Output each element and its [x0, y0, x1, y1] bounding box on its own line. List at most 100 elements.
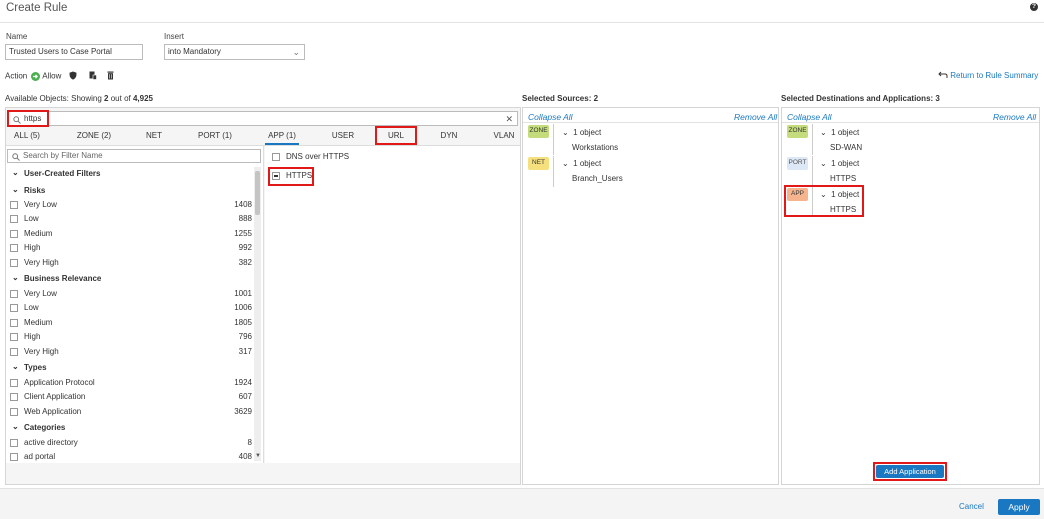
https-result-highlight	[268, 167, 314, 186]
checkbox[interactable]	[10, 201, 18, 209]
filter-search-placeholder: Search by Filter Name	[23, 151, 103, 160]
destination-object: SD-WAN	[830, 143, 863, 152]
source-group-net[interactable]: ⌄ 1 object	[562, 159, 601, 168]
object-search-input[interactable]: https ✕	[8, 111, 518, 126]
filter-row[interactable]: Very Low 1001	[10, 287, 252, 301]
checkbox[interactable]	[10, 244, 18, 252]
return-to-rule-summary-link[interactable]: Return to Rule Summary	[938, 71, 1038, 81]
filter-row[interactable]: High 992	[10, 241, 252, 255]
tab-all[interactable]: ALL (5)	[8, 131, 46, 140]
filter-row[interactable]: Very High 317	[10, 345, 252, 359]
filter-row[interactable]: Very Low 1408	[10, 198, 252, 212]
shown-count: 2	[104, 94, 109, 103]
divider	[523, 122, 778, 123]
filter-row[interactable]: Medium 1805	[10, 316, 252, 330]
checkbox[interactable]	[10, 453, 18, 461]
filters-scrollbar-thumb[interactable]	[255, 171, 260, 215]
divider	[812, 156, 813, 187]
checkbox[interactable]	[10, 230, 18, 238]
divider	[553, 124, 554, 155]
filter-row[interactable]: High 796	[10, 330, 252, 344]
insert-select[interactable]: into Mandatory ⌄	[164, 44, 305, 60]
filter-search-input[interactable]: Search by Filter Name	[7, 149, 261, 163]
checkbox[interactable]	[10, 319, 18, 327]
filter-row[interactable]: ad portal 408	[10, 450, 252, 464]
destination-group-port[interactable]: ⌄ 1 object	[820, 159, 859, 168]
checkbox[interactable]	[10, 290, 18, 298]
footer-bar	[0, 488, 1044, 519]
tab-port[interactable]: PORT (1)	[193, 131, 237, 140]
divider	[812, 124, 813, 155]
zone-badge: ZONE	[787, 125, 808, 138]
available-objects-label: Available Objects: Showing 2 out of 4,92…	[5, 94, 153, 103]
tab-zone[interactable]: ZONE (2)	[72, 131, 116, 140]
tab-vlan[interactable]: VLAN	[490, 131, 518, 140]
filter-row[interactable]: Very High 382	[10, 256, 252, 270]
results-column	[265, 146, 520, 463]
action-row: Action Allow	[5, 71, 114, 82]
allow-icon	[31, 72, 41, 81]
url-tab-highlight	[375, 126, 417, 145]
log-icon[interactable]	[89, 71, 97, 82]
chevron-down-icon: ⌄	[562, 159, 569, 168]
divider	[0, 22, 1044, 23]
chevron-down-icon: ⌄	[562, 128, 569, 137]
page-title: Create Rule	[6, 2, 68, 14]
add-application-highlight	[873, 462, 947, 481]
name-label: Name	[6, 32, 28, 41]
destination-group-zone[interactable]: ⌄ 1 object	[820, 128, 859, 137]
filter-row[interactable]: active directory 8	[10, 436, 252, 450]
checkbox[interactable]	[10, 393, 18, 401]
apply-button[interactable]: Apply	[998, 499, 1040, 515]
action-label: Action	[5, 71, 28, 81]
source-group-zone[interactable]: ⌄ 1 object	[562, 128, 601, 137]
filter-row[interactable]: Medium 1255	[10, 227, 252, 241]
net-badge: NET	[528, 157, 549, 170]
sources-remove-all-link[interactable]: Remove All	[734, 112, 777, 122]
insert-label: Insert	[164, 32, 185, 41]
help-icon[interactable]: ?	[1030, 3, 1038, 11]
search-highlight	[7, 110, 49, 127]
destinations-collapse-all-link[interactable]: Collapse All	[787, 112, 832, 122]
chevron-down-icon: ⌄	[820, 159, 827, 168]
cancel-button[interactable]: Cancel	[959, 502, 984, 511]
checkbox[interactable]	[10, 408, 18, 416]
delete-icon[interactable]	[107, 71, 114, 82]
checkbox[interactable]	[10, 304, 18, 312]
chevron-down-icon: ⌄	[12, 168, 19, 177]
filter-row[interactable]: Low 888	[10, 212, 252, 226]
tab-net[interactable]: NET	[142, 131, 166, 140]
filter-row[interactable]: Web Application 3629	[10, 405, 252, 419]
chevron-down-icon: ⌄	[12, 273, 19, 282]
action-select[interactable]: Allow	[42, 72, 61, 81]
tab-dyn[interactable]: DYN	[438, 131, 460, 140]
shield-icon[interactable]	[69, 71, 77, 82]
sources-collapse-all-link[interactable]: Collapse All	[528, 112, 573, 122]
chevron-down-icon: ⌄	[820, 128, 827, 137]
clear-icon[interactable]: ✕	[505, 112, 513, 126]
checkbox[interactable]	[272, 153, 280, 161]
filter-row[interactable]: Client Application 607	[10, 390, 252, 404]
tab-app[interactable]: APP (1)	[264, 131, 300, 140]
port-badge: PORT	[787, 157, 808, 170]
total-count: 4,925	[132, 94, 153, 103]
tab-user[interactable]: USER	[328, 131, 358, 140]
search-icon	[12, 153, 20, 165]
insert-select-value: into Mandatory	[168, 47, 221, 56]
filter-row[interactable]: Application Protocol 1924	[10, 376, 252, 390]
checkbox[interactable]	[10, 348, 18, 356]
destinations-remove-all-link[interactable]: Remove All	[993, 112, 1036, 122]
checkbox[interactable]	[10, 379, 18, 387]
result-item-dns-over-https[interactable]: DNS over HTTPS	[272, 150, 472, 164]
checkbox[interactable]	[10, 259, 18, 267]
destination-object: HTTPS	[830, 174, 857, 183]
return-icon	[938, 71, 948, 81]
checkbox[interactable]	[10, 333, 18, 341]
chevron-down-icon: ⌄	[12, 185, 19, 194]
checkbox[interactable]	[10, 439, 18, 447]
name-field[interactable]: Trusted Users to Case Portal	[5, 44, 143, 60]
checkbox[interactable]	[10, 215, 18, 223]
divider	[782, 122, 1039, 123]
filter-row[interactable]: Low 1006	[10, 301, 252, 315]
scroll-down-icon[interactable]: ▼	[255, 453, 261, 459]
